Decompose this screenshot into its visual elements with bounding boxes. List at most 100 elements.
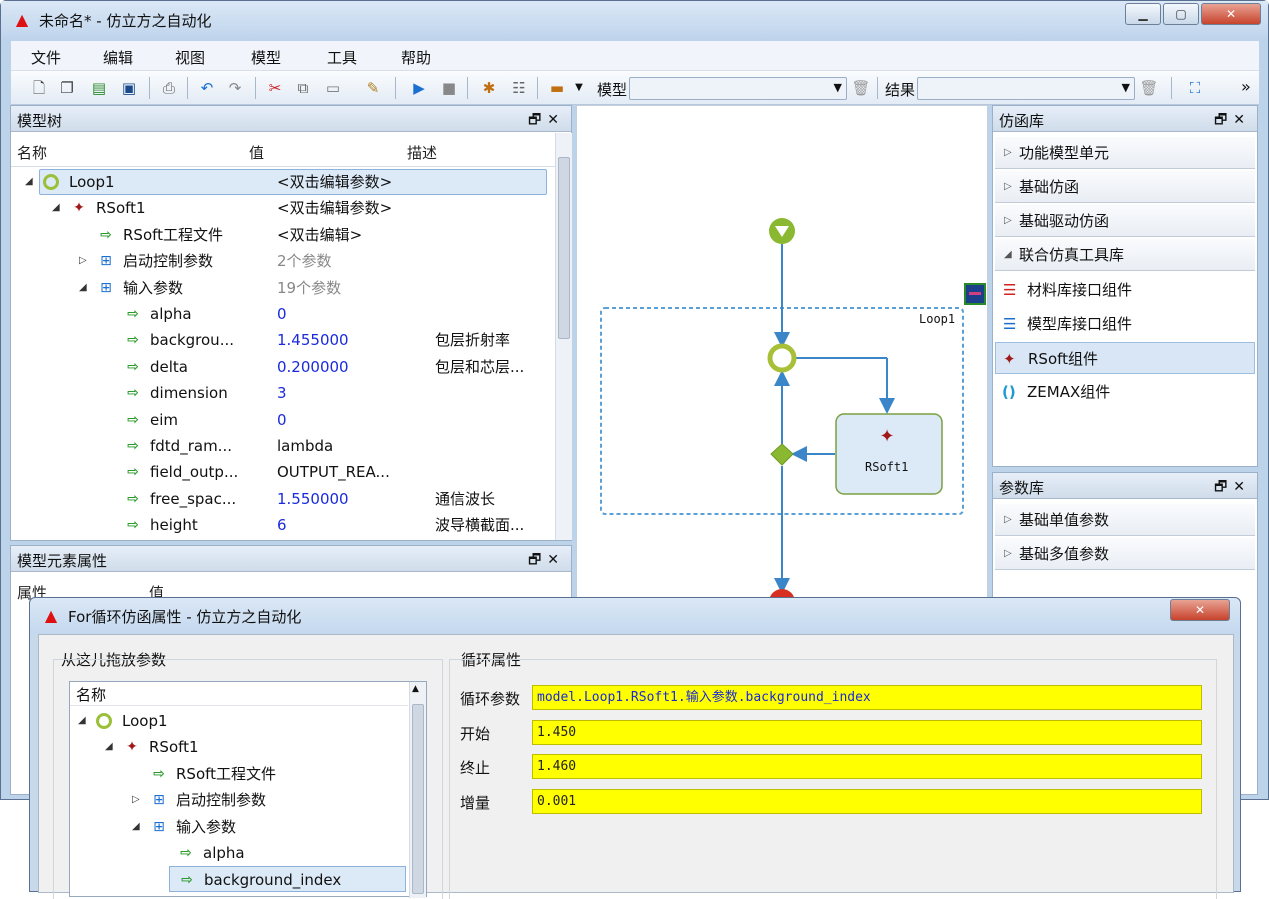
- tools-icon[interactable]: ✎: [363, 78, 383, 98]
- minimize-button[interactable]: ▁: [1125, 3, 1161, 25]
- tree-row[interactable]: ⇨ height 6 波导横截面...: [11, 512, 551, 538]
- col-name[interactable]: 名称: [17, 142, 47, 163]
- cut-icon[interactable]: ✂: [265, 78, 285, 98]
- close-icon[interactable]: ✕: [1233, 479, 1251, 495]
- tree-row[interactable]: ⇨ RSoft工程文件 <双击编辑>: [11, 222, 551, 248]
- tree-row[interactable]: ◢ Loop1 <双击编辑参数>: [11, 169, 551, 195]
- delete-model-icon[interactable]: 🗑: [851, 78, 871, 98]
- loop-field-input[interactable]: 1.450: [532, 719, 1202, 745]
- float-icon[interactable]: 🗗: [528, 552, 547, 568]
- menu-help[interactable]: 帮助: [401, 47, 431, 68]
- float-icon[interactable]: 🗗: [1214, 479, 1233, 495]
- category-basic[interactable]: ▷ 基础仿函: [995, 171, 1255, 203]
- tree-row[interactable]: ⇨ field_outp... OUTPUT_REA...: [11, 459, 551, 485]
- collapse-tri-icon[interactable]: ◢: [25, 169, 33, 195]
- dialog-tree-header[interactable]: 名称: [70, 682, 408, 706]
- col-desc[interactable]: 描述: [407, 142, 437, 163]
- menu-edit[interactable]: 编辑: [103, 47, 133, 68]
- dialog-tree-row[interactable]: ◢ Loop1: [70, 708, 406, 734]
- lib-item-model[interactable]: ☰ 模型库接口组件: [995, 308, 1255, 340]
- loop-field-input[interactable]: 1.460: [532, 754, 1202, 779]
- collapse-tri-icon[interactable]: ◢: [79, 275, 87, 301]
- tree-row[interactable]: ⇨ free_spac... 1.550000 通信波长: [11, 486, 551, 512]
- float-icon[interactable]: 🗗: [1214, 112, 1233, 128]
- tree-row-value: 2个参数: [277, 252, 332, 271]
- tree-row[interactable]: ◢ ✦ RSoft1 <双击编辑参数>: [11, 195, 551, 221]
- menu-file[interactable]: 文件: [31, 47, 61, 68]
- tree-icon[interactable]: ☷: [509, 78, 529, 98]
- dialog-tree-row[interactable]: ▷ ⊞ 启动控制参数: [70, 787, 406, 813]
- fit-view-icon[interactable]: ⛶: [1185, 78, 1205, 98]
- close-icon[interactable]: ✕: [547, 112, 565, 128]
- toolbox-icon[interactable]: ▬: [547, 78, 567, 98]
- category-multi-param[interactable]: ▷ 基础多值参数: [995, 538, 1255, 570]
- category-basic-driver[interactable]: ▷ 基础驱动仿函: [995, 205, 1255, 237]
- dialog-tree-row[interactable]: ◢ ⊞ 输入参数: [70, 814, 406, 840]
- new-file-icon[interactable]: 🗋: [29, 78, 49, 98]
- toolbar: 🗋 ❐ ▤ ▣ ⎙ ↶ ↷ ✂ ⧉ ▭ ✎ ▶ ■ ✱ ☷ ▬ ▼ 模型 ▼ 🗑…: [11, 71, 1259, 105]
- tree-row-name: dimension: [150, 384, 228, 403]
- close-icon[interactable]: ✕: [1233, 112, 1251, 128]
- tree-row-value: OUTPUT_REA...: [277, 463, 390, 482]
- loop-field-input[interactable]: model.Loop1.RSoft1.输入参数.background_index: [532, 685, 1202, 710]
- dialog-tree-row[interactable]: ⇨ alpha: [70, 840, 406, 866]
- expand-icon[interactable]: ▷: [132, 787, 140, 813]
- dialog-tree-row[interactable]: ⇨ RSoft工程文件: [70, 761, 406, 787]
- tree-row[interactable]: ⇨ fdtd_ram... lambda: [11, 433, 551, 459]
- param-icon: ⇨: [127, 411, 139, 428]
- menu-view[interactable]: 视图: [175, 47, 205, 68]
- copy-icon[interactable]: ⧉: [293, 78, 313, 98]
- delete-result-icon[interactable]: 🗑: [1139, 78, 1159, 98]
- tree-row[interactable]: ▷ ⊞ 启动控制参数 2个参数: [11, 248, 551, 274]
- debug-icon[interactable]: ✱: [479, 78, 499, 98]
- collapse-tri-icon[interactable]: ◢: [132, 814, 140, 840]
- save-icon[interactable]: ▣: [119, 78, 139, 98]
- collapse-tri-icon[interactable]: ◢: [52, 195, 60, 221]
- tree-row[interactable]: ⇨ eim 0: [11, 407, 551, 433]
- menu-model[interactable]: 模型: [251, 47, 281, 68]
- model-select[interactable]: ▼: [629, 77, 847, 100]
- scroll-up-icon[interactable]: ▲: [412, 684, 419, 694]
- group-icon: ⊞: [153, 792, 165, 809]
- copy-doc-icon[interactable]: ❐: [57, 78, 77, 98]
- dialog-param-tree[interactable]: 名称 ◢ Loop1 ◢ ✦ RSoft1 ⇨ RSoft工程文件 ▷ ⊞ 启动控制参数 ◢ ⊞ 输入参…: [69, 681, 427, 898]
- category-functional-units[interactable]: ▷ 功能模型单元: [995, 137, 1255, 169]
- float-icon[interactable]: 🗗: [528, 112, 547, 128]
- dialog-close-button[interactable]: ✕: [1170, 599, 1230, 621]
- print-icon[interactable]: ⎙: [159, 78, 179, 98]
- toolbar-overflow-button[interactable]: »: [1241, 77, 1251, 96]
- tree-row[interactable]: ⇨ backgrou... 1.455000 包层折射率: [11, 327, 551, 353]
- tree-row[interactable]: ⇨ delta 0.200000 包层和芯层...: [11, 354, 551, 380]
- collapse-tri-icon[interactable]: ◢: [78, 708, 86, 734]
- toolbox-dropdown-icon[interactable]: ▼: [569, 78, 589, 98]
- paste-icon[interactable]: ▭: [323, 78, 343, 98]
- category-single-param[interactable]: ▷ 基础单值参数: [995, 504, 1255, 536]
- dialog-tree-row[interactable]: ◢ ✦ RSoft1: [70, 734, 406, 760]
- dialog-tree-scrollbar[interactable]: ▲: [409, 682, 426, 898]
- param-icon: ⇨: [127, 517, 139, 534]
- tree-row[interactable]: ⇨ alpha 0: [11, 301, 551, 327]
- stop-icon[interactable]: ■: [439, 78, 459, 98]
- dialog-tree-row[interactable]: ⇨ background_index: [169, 866, 406, 893]
- close-icon[interactable]: ✕: [547, 552, 565, 568]
- script-icon[interactable]: ▤: [89, 78, 109, 98]
- category-cosim-tools[interactable]: ◢ 联合仿真工具库: [995, 239, 1255, 271]
- lib-item-rsoft[interactable]: ✦ RSoft组件: [995, 342, 1255, 374]
- tree-row[interactable]: ⇨ dimension 3: [11, 380, 551, 406]
- loop-field-input[interactable]: 0.001: [532, 788, 1202, 814]
- expand-icon[interactable]: ▷: [79, 248, 87, 274]
- run-icon[interactable]: ▶: [409, 78, 429, 98]
- maximize-button[interactable]: ▢: [1163, 3, 1199, 25]
- model-tree-scrollbar[interactable]: [555, 133, 572, 540]
- tree-row[interactable]: ◢ ⊞ 输入参数 19个参数: [11, 275, 551, 301]
- menu-tools[interactable]: 工具: [327, 47, 357, 68]
- tree-row-desc: 通信波长: [435, 489, 496, 508]
- collapse-tri-icon[interactable]: ◢: [105, 734, 113, 760]
- redo-icon[interactable]: ↷: [225, 78, 245, 98]
- lib-item-material[interactable]: ☰ 材料库接口组件: [995, 274, 1255, 306]
- undo-icon[interactable]: ↶: [197, 78, 217, 98]
- close-button[interactable]: ✕: [1201, 3, 1261, 25]
- col-value[interactable]: 值: [249, 142, 264, 163]
- lib-item-zemax[interactable]: () ZEMAX组件: [995, 376, 1255, 408]
- result-select[interactable]: ▼: [917, 77, 1135, 100]
